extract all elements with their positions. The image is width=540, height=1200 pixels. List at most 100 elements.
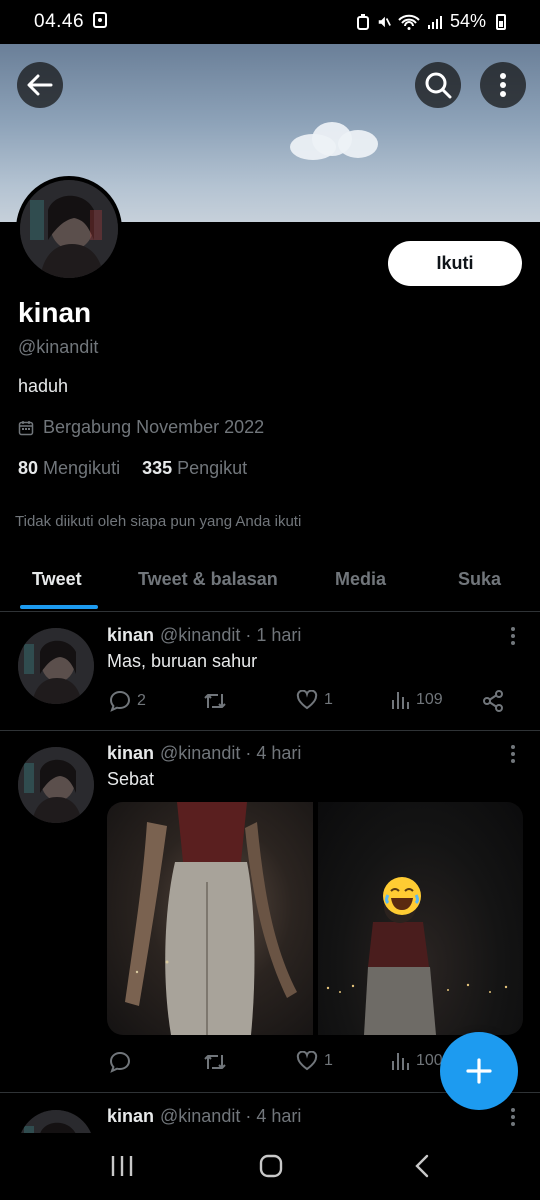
like-count: 1 xyxy=(324,691,333,708)
photo-person xyxy=(125,802,297,1035)
compose-tweet-button[interactable] xyxy=(440,1032,518,1110)
tweet-handle: @kinandit xyxy=(160,743,241,763)
notification-icon xyxy=(93,12,107,28)
heart-icon xyxy=(296,1051,318,1071)
like-button[interactable]: 1 xyxy=(296,1051,333,1071)
share-button[interactable] xyxy=(482,690,504,712)
avatar-image xyxy=(18,1110,94,1133)
home-icon[interactable] xyxy=(258,1153,284,1179)
status-bar: 04.46 54% xyxy=(0,0,540,44)
avatar-image xyxy=(18,747,94,823)
profile-avatar[interactable] xyxy=(16,176,122,282)
plus-icon xyxy=(466,1058,492,1084)
share-icon xyxy=(483,690,503,712)
followers-link[interactable]: 335 Pengikut xyxy=(142,458,247,479)
tweet-time: · 1 hari xyxy=(245,625,302,645)
retweet-button[interactable] xyxy=(203,1051,227,1073)
reply-count: 2 xyxy=(137,692,146,709)
media-photo-1[interactable] xyxy=(107,802,313,1035)
like-button[interactable]: 1 xyxy=(296,690,333,710)
tweet-more-icon[interactable] xyxy=(510,1108,516,1126)
signal-icon xyxy=(427,15,442,29)
tab-tweet[interactable]: Tweet xyxy=(32,569,82,590)
more-options-button[interactable] xyxy=(480,62,526,108)
recent-apps-icon[interactable] xyxy=(110,1153,134,1179)
mute-icon xyxy=(378,16,391,27)
tweet-header: kinan @kinandit · 4 hari xyxy=(107,743,301,764)
battery-percent: 54% xyxy=(449,11,486,31)
banner-cloud xyxy=(290,116,380,162)
more-vertical-icon xyxy=(500,73,506,97)
arrow-left-icon xyxy=(27,74,53,96)
joined-date: Bergabung November 2022 xyxy=(18,417,264,438)
photo-night xyxy=(326,891,507,1035)
tweet-time: · 4 hari xyxy=(245,1106,302,1126)
views-chart-icon xyxy=(392,692,409,709)
like-count: 1 xyxy=(324,1052,333,1069)
profile-name: kinan xyxy=(18,297,92,328)
tweet-author[interactable]: kinan xyxy=(107,743,154,763)
back-nav-icon[interactable] xyxy=(414,1153,430,1179)
tweet-actions: 2 1 109 xyxy=(107,690,512,716)
status-icons: 54% xyxy=(356,11,506,32)
views-count: 109 xyxy=(416,691,443,708)
battery-icon xyxy=(496,13,506,30)
following-link[interactable]: 80 Mengikuti xyxy=(18,458,120,479)
wifi-icon xyxy=(398,14,420,30)
retweet-icon xyxy=(204,694,226,708)
heart-icon xyxy=(296,690,318,710)
joined-label: Bergabung November 2022 xyxy=(43,417,265,437)
tweet-text: Sebat xyxy=(107,769,155,789)
tweet-avatar[interactable] xyxy=(18,628,94,704)
search-button[interactable] xyxy=(415,62,461,108)
following-count: 80 xyxy=(18,458,39,478)
tweet-handle: @kinandit xyxy=(160,1106,241,1126)
media-photo-2[interactable] xyxy=(317,802,523,1035)
avatar-image xyxy=(20,180,118,278)
tab-tweet-balasan[interactable]: Tweet & balasan xyxy=(138,569,278,590)
views-chart-icon xyxy=(392,1053,409,1070)
tweet-media[interactable] xyxy=(107,802,523,1035)
search-icon xyxy=(425,72,452,99)
profile-handle: @kinandit xyxy=(18,337,99,357)
views-count: 100 xyxy=(416,1052,443,1069)
avatar-image xyxy=(18,628,94,704)
following-label: Mengikuti xyxy=(43,458,121,478)
tab-media[interactable]: Media xyxy=(335,569,386,590)
profile-bio: haduh xyxy=(18,376,69,396)
tweet-avatar[interactable] xyxy=(18,1110,94,1133)
laughing-emoji-icon xyxy=(382,877,421,915)
tweet-more-icon[interactable] xyxy=(510,745,516,763)
follow-stats: 80 Mengikuti 335 Pengikut xyxy=(18,458,247,479)
tweet-header: kinan @kinandit · 4 hari xyxy=(107,1106,301,1127)
tweet-handle: @kinandit xyxy=(160,625,241,645)
views-button[interactable]: 100 xyxy=(390,1051,443,1071)
status-time: 04.46 xyxy=(34,11,85,32)
not-followed-note: Tidak diikuti oleh siapa pun yang Anda i… xyxy=(15,513,302,530)
tweet-header: kinan @kinandit · 1 hari xyxy=(107,625,301,646)
followers-label: Pengikut xyxy=(177,458,248,478)
profile-tabs: Tweet Tweet & balasan Media Suka xyxy=(0,555,540,612)
reply-button[interactable]: 2 xyxy=(109,690,146,712)
tweet-author[interactable]: kinan xyxy=(107,1106,154,1126)
back-button[interactable] xyxy=(17,62,63,108)
tab-suka[interactable]: Suka xyxy=(458,569,501,590)
tweet-time: · 4 hari xyxy=(245,743,302,763)
tweet-more-icon[interactable] xyxy=(510,627,516,645)
reply-icon xyxy=(109,690,131,712)
views-button[interactable]: 109 xyxy=(390,690,443,710)
follow-button[interactable]: Ikuti xyxy=(388,241,522,286)
calendar-icon xyxy=(18,420,34,435)
tweet-text: Mas, buruan sahur xyxy=(107,651,258,671)
system-nav-bar xyxy=(0,1133,540,1200)
tab-indicator xyxy=(20,605,98,609)
tweet-author[interactable]: kinan xyxy=(107,625,154,645)
tweet-item[interactable]: kinan @kinandit · 1 hari Mas, buruan sahu… xyxy=(0,613,540,731)
followers-count: 335 xyxy=(142,458,173,478)
reply-icon xyxy=(109,1051,131,1073)
tweet-avatar[interactable] xyxy=(18,747,94,823)
reply-button[interactable] xyxy=(109,1051,131,1073)
alarm-icon xyxy=(356,13,369,30)
retweet-icon xyxy=(204,1055,226,1069)
retweet-button[interactable] xyxy=(203,690,227,712)
